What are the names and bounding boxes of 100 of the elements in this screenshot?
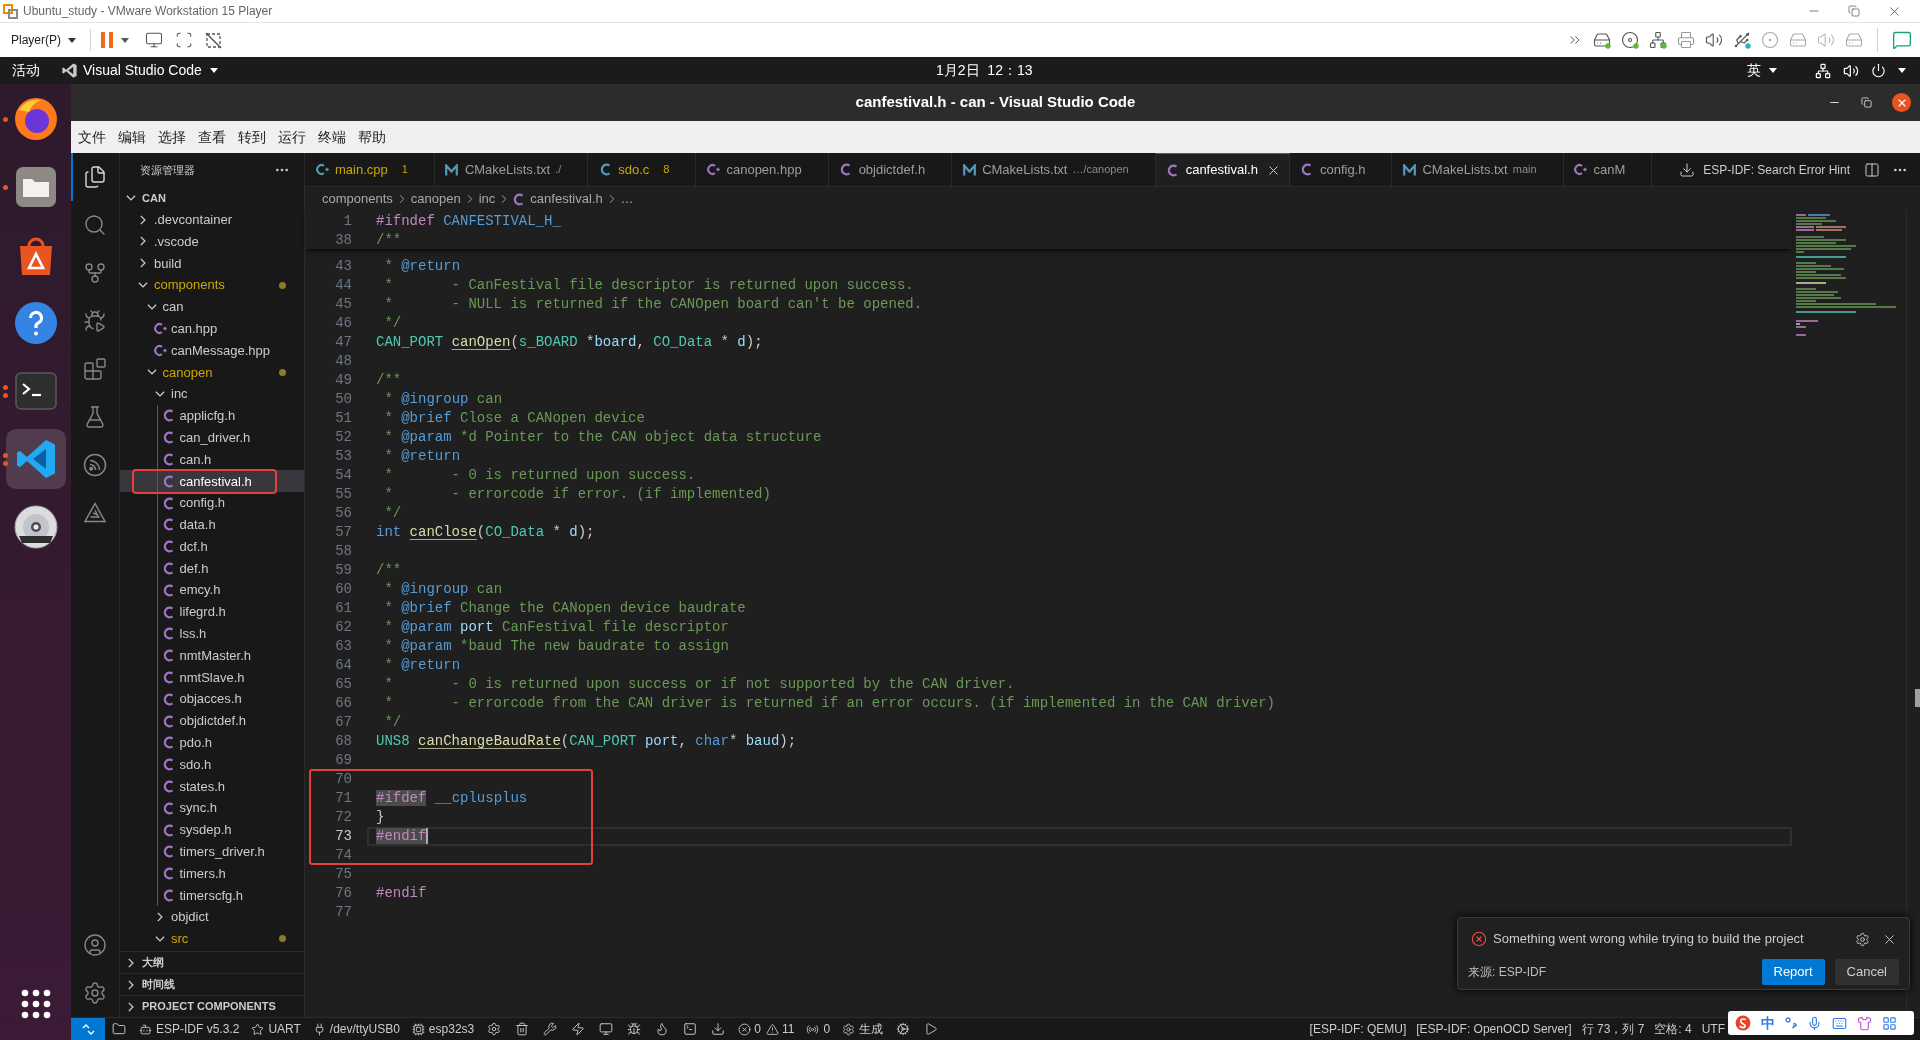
menu-item[interactable]: 编辑 bbox=[112, 126, 152, 148]
crossed-frame-icon[interactable] bbox=[205, 31, 222, 49]
breadcrumb-item[interactable]: inc bbox=[478, 189, 496, 209]
file-item[interactable]: timerscfg.h bbox=[120, 884, 304, 907]
file-item[interactable]: can.hpp bbox=[120, 317, 304, 340]
play-icon[interactable] bbox=[924, 1022, 939, 1036]
menu-item[interactable]: 运行 bbox=[272, 126, 312, 148]
status-item[interactable]: 生成 bbox=[836, 1020, 890, 1038]
printer-icon[interactable] bbox=[1677, 31, 1695, 49]
menu-item[interactable]: 转到 bbox=[232, 126, 272, 148]
app-menu-button[interactable]: Visual Studio Code bbox=[62, 60, 218, 81]
menu-item[interactable]: 查看 bbox=[192, 126, 232, 148]
close-button[interactable] bbox=[1892, 93, 1911, 112]
hard-drive-icon[interactable] bbox=[1593, 31, 1611, 49]
primary-button[interactable]: Report bbox=[1761, 958, 1825, 985]
file-item[interactable]: canMessage.hpp bbox=[120, 339, 304, 362]
status-item[interactable]: [ESP-IDF: QEMU] bbox=[1304, 1020, 1412, 1038]
editor-tab[interactable]: objdictdef.h bbox=[828, 153, 953, 186]
folder-item[interactable]: objdict bbox=[120, 906, 304, 929]
section-header[interactable]: 时间线 bbox=[120, 973, 304, 995]
power-icon[interactable] bbox=[1871, 63, 1886, 78]
file-item[interactable]: lifegrd.h bbox=[120, 601, 304, 623]
folder-item[interactable]: can bbox=[120, 296, 304, 318]
keyboard-icon[interactable] bbox=[1832, 1015, 1847, 1031]
file-item[interactable]: applicfg.h bbox=[120, 404, 304, 427]
editor-tab[interactable]: main.cpp 1 bbox=[305, 153, 435, 186]
file-item[interactable]: timers_driver.h bbox=[120, 840, 304, 863]
speaker-icon[interactable] bbox=[1843, 62, 1859, 79]
shirt-icon[interactable] bbox=[1857, 1015, 1872, 1031]
columns-icon[interactable] bbox=[1864, 161, 1880, 178]
file-item[interactable]: sync.h bbox=[120, 797, 304, 820]
menu-item[interactable]: 选择 bbox=[152, 126, 192, 148]
breadcrumb-item[interactable]: components bbox=[322, 189, 393, 209]
editor-tab[interactable]: sdo.c 8 bbox=[588, 153, 697, 186]
player-menu-button[interactable]: Player(P) bbox=[11, 31, 76, 49]
editor-tab[interactable]: CMakeLists.txt ./ bbox=[434, 153, 589, 186]
folder-item[interactable]: src bbox=[120, 928, 304, 950]
disc-icon[interactable] bbox=[1621, 31, 1639, 49]
folder-icon[interactable] bbox=[112, 1022, 126, 1036]
message-icon[interactable] bbox=[1892, 30, 1912, 50]
breadcrumb-item[interactable]: … bbox=[620, 189, 634, 209]
input-method-button[interactable]: 英 bbox=[1747, 60, 1777, 81]
status-item[interactable]: ESP-IDF v5.3.2 bbox=[133, 1020, 246, 1038]
status-item[interactable]: 0 bbox=[800, 1020, 837, 1038]
speaker-icon[interactable] bbox=[1705, 31, 1723, 49]
workspace-folder[interactable]: CAN bbox=[120, 187, 304, 209]
status-item[interactable]: [ESP-IDF: OpenOCD Server] bbox=[1411, 1020, 1577, 1038]
trash-icon[interactable] bbox=[515, 1022, 530, 1036]
clock[interactable]: 1月2日 12：13 bbox=[936, 60, 1033, 81]
status-item[interactable]: /dev/ttyUSB0 bbox=[306, 1020, 406, 1038]
folder-item[interactable]: .vscode bbox=[120, 230, 304, 253]
punctuation-icon[interactable] bbox=[1785, 1017, 1797, 1029]
settings-icon[interactable] bbox=[1855, 931, 1870, 947]
secondary-button[interactable]: Cancel bbox=[1834, 958, 1899, 985]
file-item[interactable]: dcf.h bbox=[120, 535, 304, 558]
editor-tab[interactable]: CMakeLists.txt …/canopen bbox=[952, 153, 1156, 186]
lightning-icon[interactable] bbox=[571, 1022, 586, 1036]
error-hint-button[interactable]: ESP-IDF: Search Error Hint bbox=[1703, 160, 1850, 179]
folder-item[interactable]: build bbox=[120, 252, 304, 275]
network-icon[interactable] bbox=[1649, 31, 1667, 49]
status-item[interactable]: 行 73，列 7 bbox=[1576, 1020, 1650, 1038]
microphone-icon[interactable] bbox=[1807, 1015, 1822, 1031]
input-mode-button[interactable]: 中 bbox=[1761, 1012, 1775, 1034]
folder-item[interactable]: canopen bbox=[120, 361, 304, 384]
file-item[interactable]: objdictdef.h bbox=[120, 710, 304, 732]
frame-corners-icon[interactable] bbox=[175, 31, 193, 49]
dot-grid-icon[interactable] bbox=[20, 989, 51, 1019]
section-header[interactable]: 大纲 bbox=[120, 951, 304, 973]
file-item[interactable]: lss.h bbox=[120, 622, 304, 645]
breadcrumb-item[interactable]: canopen bbox=[410, 189, 461, 209]
usb-icon[interactable] bbox=[1733, 31, 1751, 49]
menu-item[interactable]: 终端 bbox=[312, 126, 352, 148]
editor-tab[interactable]: config.h bbox=[1289, 153, 1393, 186]
editor-tab[interactable]: CMakeLists.txt main bbox=[1392, 153, 1564, 186]
file-item[interactable]: canfestival.h bbox=[120, 470, 304, 493]
editor-tab[interactable]: canM bbox=[1563, 153, 1653, 186]
restore-icon[interactable] bbox=[1861, 97, 1872, 108]
gear-icon[interactable] bbox=[487, 1022, 502, 1036]
status-item[interactable]: UART bbox=[245, 1020, 307, 1038]
restore-icon[interactable] bbox=[1848, 5, 1860, 17]
network-icon[interactable] bbox=[1815, 62, 1831, 79]
menu-item[interactable]: 文件 bbox=[72, 126, 112, 148]
editor-tab[interactable]: canopen.hpp bbox=[696, 153, 829, 186]
pause-icon[interactable] bbox=[101, 32, 113, 48]
file-item[interactable]: pdo.h bbox=[120, 731, 304, 754]
flame-icon[interactable] bbox=[655, 1022, 670, 1036]
file-item[interactable]: emcy.h bbox=[120, 579, 304, 602]
folder-item[interactable]: .devcontainer bbox=[120, 208, 304, 231]
dock-item[interactable] bbox=[5, 429, 66, 489]
status-item[interactable]: UTF bbox=[1696, 1020, 1730, 1038]
problems-button[interactable]: 0 11 bbox=[732, 1020, 801, 1038]
folder-item[interactable]: inc bbox=[120, 383, 304, 405]
file-item[interactable]: objacces.h bbox=[120, 688, 304, 711]
file-item[interactable]: sdo.h bbox=[120, 753, 304, 776]
monitor-icon[interactable] bbox=[145, 31, 163, 49]
bug-icon[interactable] bbox=[627, 1022, 642, 1036]
file-item[interactable]: def.h bbox=[120, 557, 304, 580]
download-icon[interactable] bbox=[711, 1022, 726, 1036]
editor-tab[interactable]: canfestival.h bbox=[1155, 153, 1290, 186]
folder-item[interactable]: components bbox=[120, 274, 304, 296]
